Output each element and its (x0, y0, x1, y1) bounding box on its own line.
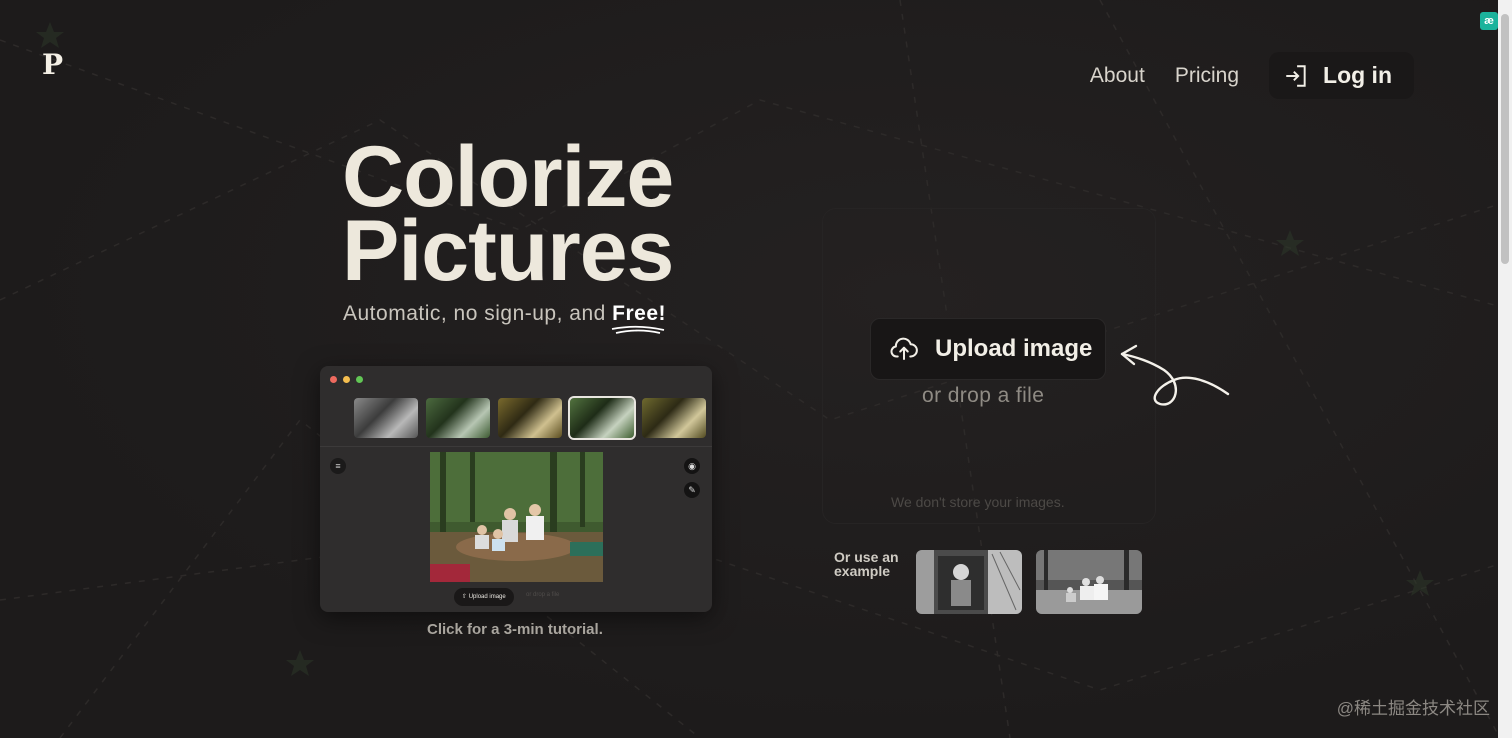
example-image-1[interactable] (916, 550, 1022, 614)
nav-about-link[interactable]: About (1090, 64, 1145, 88)
demo-thumbnail (354, 398, 418, 438)
demo-thumbnails (354, 396, 706, 440)
page-title: Colorize Pictures (342, 134, 674, 299)
upload-image-button[interactable]: Upload image (870, 318, 1106, 380)
nav-pricing-link[interactable]: Pricing (1175, 64, 1239, 88)
demo-thumbnail-selected (568, 396, 636, 440)
minimize-dot-icon (343, 376, 350, 383)
top-nav: About Pricing Log in (1090, 52, 1414, 99)
page: P About Pricing Log in Colorize Pictures… (0, 0, 1512, 738)
login-icon (1286, 64, 1306, 87)
login-button[interactable]: Log in (1269, 52, 1414, 99)
demo-upload-label: Upload image (468, 594, 506, 600)
extension-badge-icon[interactable]: æ (1480, 12, 1498, 30)
demo-thumbnail (642, 398, 706, 438)
hero-subtitle: Automatic, no sign-up, and Free! (343, 302, 667, 334)
subtitle-text: Automatic, no sign-up, and (343, 302, 613, 325)
close-dot-icon (330, 376, 337, 383)
demo-thumbnail (498, 398, 562, 438)
cloud-upload-icon (890, 337, 918, 360)
free-label: Free! (612, 302, 667, 325)
tutorial-link[interactable]: Click for a 3-min tutorial. (427, 621, 603, 638)
tutorial-video-preview[interactable]: ≡ ◉ ✎ ⇧ Upload image or drop a file (320, 366, 712, 612)
demo-colorized-photo (430, 452, 603, 582)
menu-icon: ≡ (330, 458, 346, 474)
example-label: Or use an example (834, 549, 899, 579)
privacy-note: We don't store your images. (891, 494, 1065, 510)
login-label: Log in (1323, 62, 1392, 88)
upload-image-label: Upload image (935, 335, 1093, 362)
brush-icon: ✎ (684, 482, 700, 498)
example-image-2[interactable] (1036, 550, 1142, 614)
scrollbar-thumb[interactable] (1501, 14, 1509, 264)
background-pattern (0, 0, 1512, 738)
demo-drop-label: or drop a file (526, 592, 560, 598)
underline-scribble-icon (611, 325, 665, 334)
subtitle-free: Free! (611, 302, 667, 334)
hand-drawn-arrow-icon (1118, 340, 1232, 413)
window-controls (330, 376, 363, 383)
maximize-dot-icon (356, 376, 363, 383)
divider (320, 446, 712, 447)
demo-thumbnail (426, 398, 490, 438)
watermark: @稀土掘金技术社区 (1336, 699, 1490, 718)
title-line-2: Pictures (342, 203, 674, 299)
drop-file-hint: or drop a file (922, 384, 1045, 407)
logo[interactable]: P (42, 48, 63, 81)
demo-upload-button: ⇧ Upload image (454, 588, 514, 606)
scrollbar[interactable] (1498, 0, 1512, 738)
palette-icon: ◉ (684, 458, 700, 474)
